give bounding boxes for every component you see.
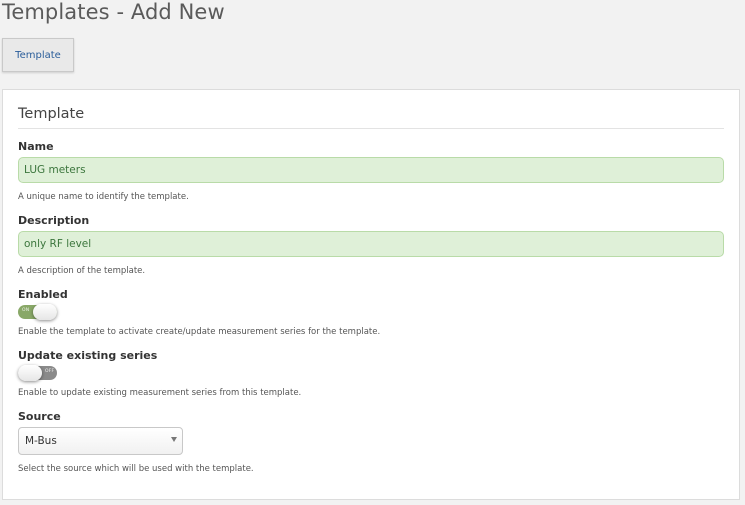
description-help: A description of the template. xyxy=(18,266,146,276)
description-label: Description xyxy=(18,214,90,227)
template-form-panel: Template Name A unique name to identify … xyxy=(2,89,740,500)
update-existing-toggle[interactable]: OFF xyxy=(18,365,57,381)
page: Templates - Add New Template Template Na… xyxy=(0,0,745,505)
toggle-knob[interactable] xyxy=(33,304,57,320)
enabled-label: Enabled xyxy=(18,288,68,301)
toggle-track-text: OFF xyxy=(45,369,55,374)
source-select[interactable]: M-Bus xyxy=(18,427,183,455)
section-title: Template xyxy=(18,106,85,122)
source-label: Source xyxy=(18,410,61,423)
description-field[interactable] xyxy=(18,231,724,257)
enabled-toggle[interactable]: ON xyxy=(18,304,57,320)
toggle-knob[interactable] xyxy=(18,365,42,381)
name-label: Name xyxy=(18,140,54,153)
section-divider xyxy=(18,128,724,129)
update-existing-help: Enable to update existing measurement se… xyxy=(18,388,302,398)
tab-template[interactable]: Template xyxy=(2,38,74,72)
chevron-down-icon xyxy=(171,437,177,442)
name-help: A unique name to identify the template. xyxy=(18,192,189,202)
source-selected-value: M-Bus xyxy=(25,435,57,447)
toggle-track-text: ON xyxy=(22,308,30,313)
enabled-help: Enable the template to activate create/u… xyxy=(18,327,381,337)
page-title: Templates - Add New xyxy=(2,0,225,24)
name-field[interactable] xyxy=(18,157,724,183)
update-existing-label: Update existing series xyxy=(18,349,158,362)
source-help: Select the source which will be used wit… xyxy=(18,464,254,474)
